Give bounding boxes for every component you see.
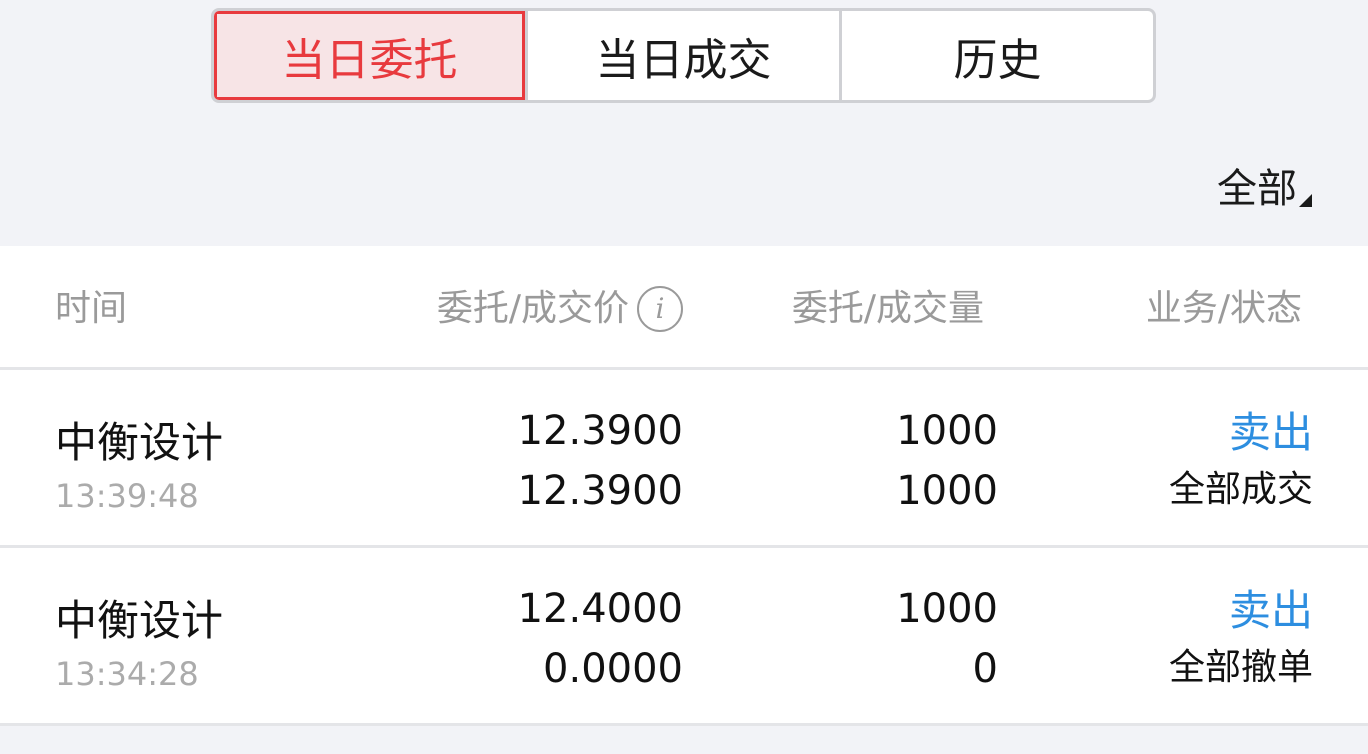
deal-volume: 1000 (896, 468, 998, 514)
filter-dropdown[interactable]: 全部 (1217, 165, 1312, 213)
order-time: 13:39:48 (55, 477, 199, 515)
table-row[interactable]: 中衡设计 13:39:48 12.3900 12.3900 1000 1000 … (0, 370, 1368, 548)
info-icon[interactable]: i (637, 286, 683, 332)
header-time: 时间 (55, 288, 128, 329)
caret-down-icon (1299, 194, 1312, 207)
order-list-screen: 当日委托 当日成交 历史 全部 时间 委托/成交价 i 委托/成交量 业务/状态… (0, 0, 1368, 754)
header-price: 委托/成交价 i (437, 286, 683, 332)
deal-price: 12.3900 (517, 468, 683, 514)
header-price-label: 委托/成交价 (436, 288, 629, 329)
table-row[interactable]: 中衡设计 13:34:28 12.4000 0.0000 1000 0 卖出 全… (0, 548, 1368, 726)
deal-volume: 0 (972, 646, 998, 692)
order-volume: 1000 (896, 586, 998, 632)
order-price: 12.4000 (517, 586, 683, 632)
order-status: 全部撤单 (1168, 647, 1313, 688)
order-price: 12.3900 (517, 408, 683, 454)
business-type: 卖出 (1228, 408, 1313, 457)
order-status: 全部成交 (1168, 469, 1313, 510)
order-volume: 1000 (896, 408, 998, 454)
business-type: 卖出 (1228, 586, 1313, 635)
stock-name: 中衡设计 (55, 418, 224, 467)
orders-table: 时间 委托/成交价 i 委托/成交量 业务/状态 中衡设计 13:39:48 1… (0, 246, 1368, 726)
order-time: 13:34:28 (55, 655, 199, 693)
deal-price: 0.0000 (543, 646, 683, 692)
segmented-tabs: 当日委托 当日成交 历史 (211, 8, 1156, 103)
filter-label: 全部 (1217, 166, 1297, 212)
header-volume: 委托/成交量 (791, 288, 984, 329)
tab-today-orders[interactable]: 当日委托 (214, 11, 525, 100)
stock-name: 中衡设计 (55, 596, 224, 645)
header-status: 业务/状态 (1145, 288, 1302, 329)
tab-history[interactable]: 历史 (839, 11, 1153, 100)
table-header: 时间 委托/成交价 i 委托/成交量 业务/状态 (0, 246, 1368, 370)
tab-today-deals[interactable]: 当日成交 (525, 11, 839, 100)
